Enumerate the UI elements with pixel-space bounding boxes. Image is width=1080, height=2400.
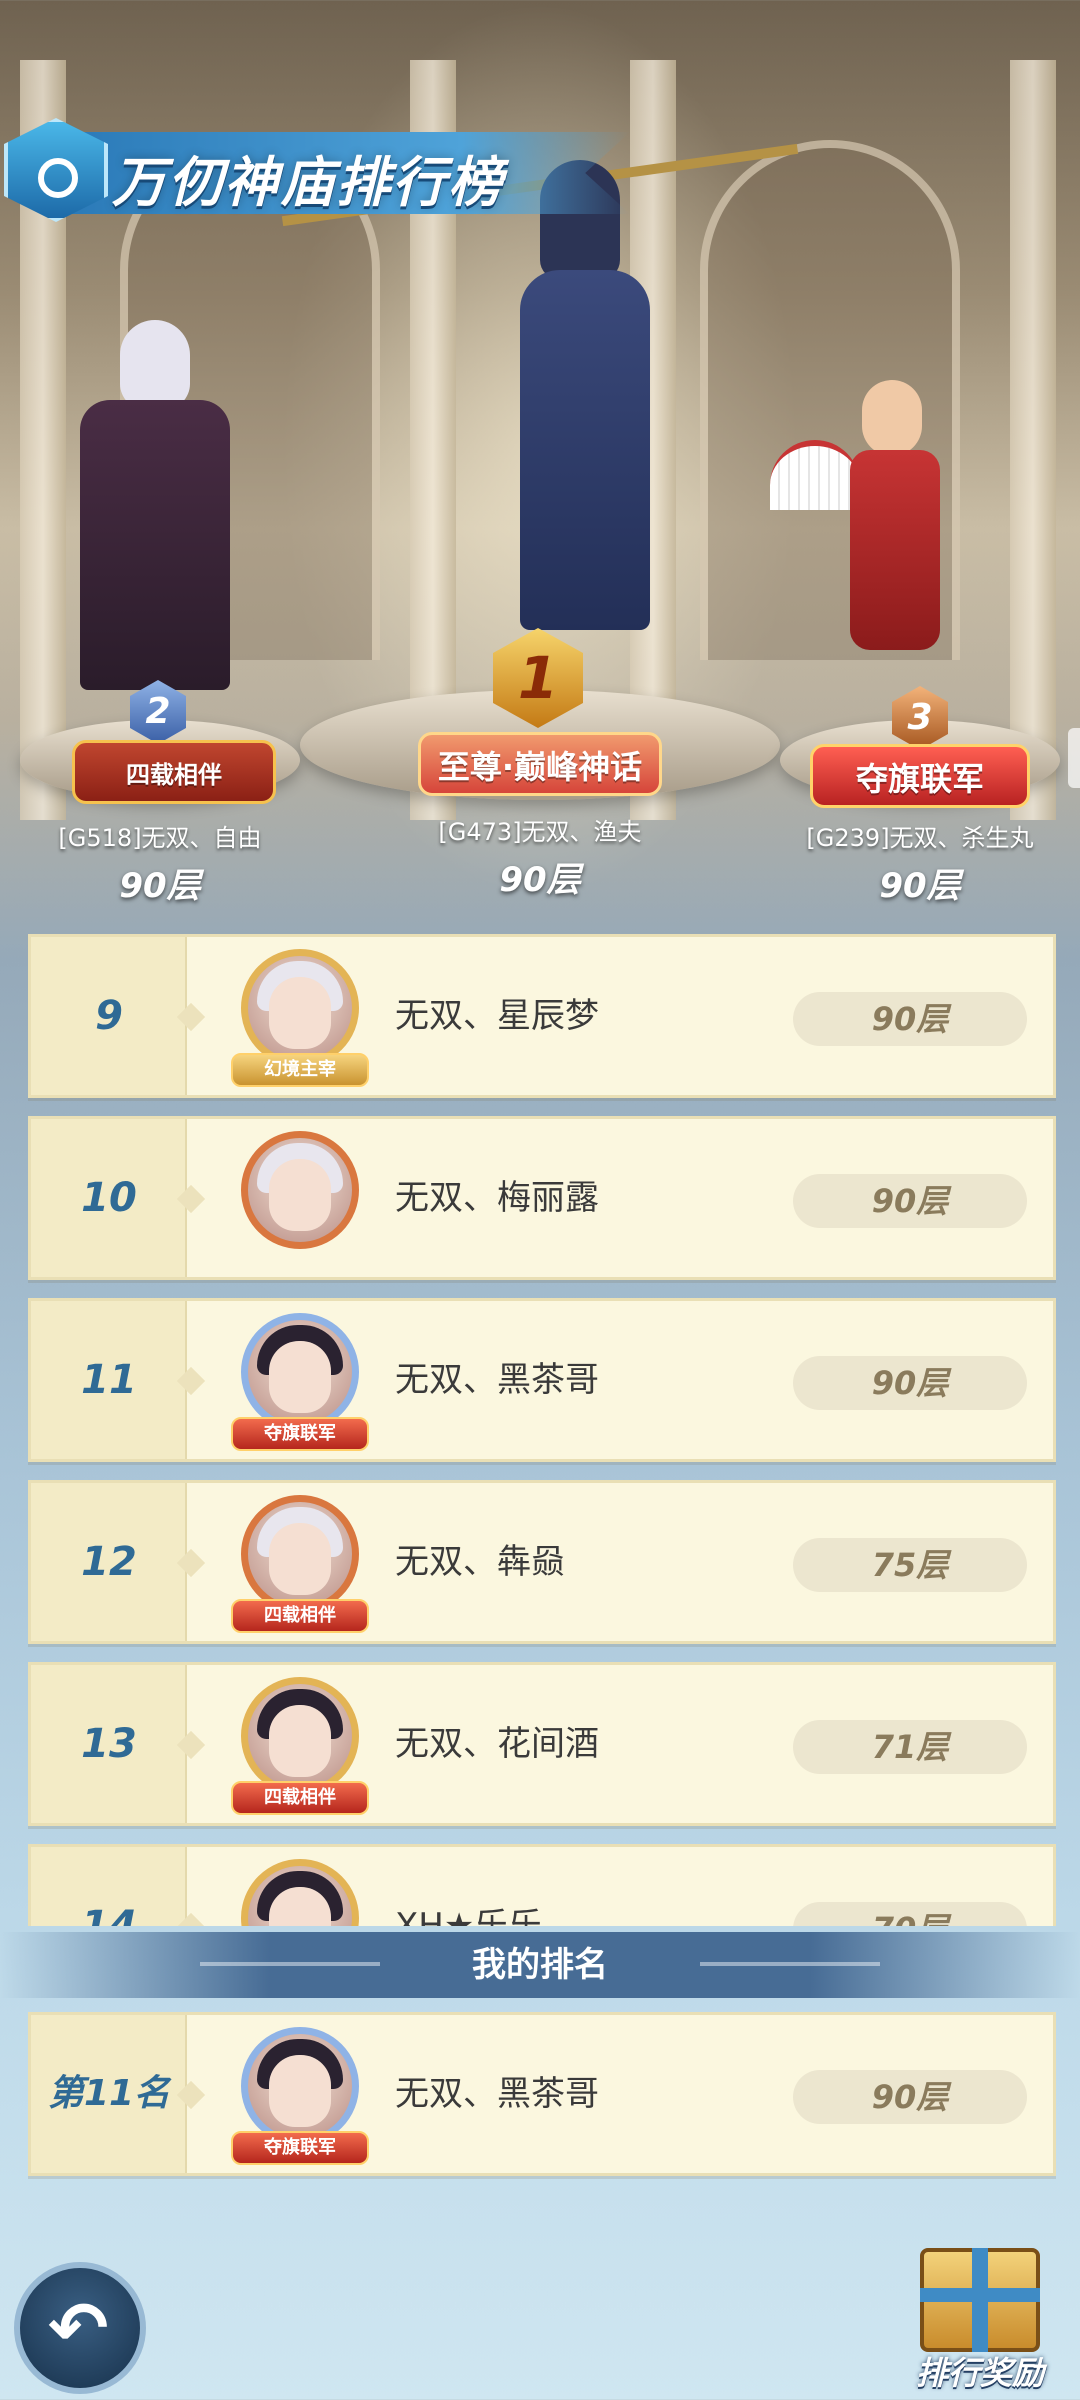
floor-pill: 90层 (793, 992, 1027, 1046)
avatar-face (269, 1159, 331, 1231)
player-name: 无双、黑茶哥 (395, 2074, 599, 2114)
podium-2-badge: 四载相伴 (72, 740, 276, 804)
rank-number: 13 (81, 1721, 137, 1767)
avatar[interactable]: 四载相伴 (227, 1491, 373, 1637)
floor-pill: 90层 (793, 1356, 1027, 1410)
character-body (520, 270, 650, 630)
floor-pill: 75层 (793, 1538, 1027, 1592)
avatar-frame-tag: 四载相伴 (231, 1781, 369, 1815)
gift-box-icon (920, 2248, 1040, 2352)
rank-number: 10 (81, 1175, 137, 1221)
rank-cell: 13 (31, 1665, 187, 1823)
character-body (80, 400, 230, 690)
character-body (850, 450, 940, 650)
rank-reward-label: 排行奖励 (915, 2354, 1044, 2392)
avatar[interactable]: 四载相伴 (227, 1673, 373, 1819)
rank-number: 9 (95, 993, 123, 1039)
list-item[interactable]: 12 四载相伴 无双、犇赑 75层 (28, 1480, 1056, 1644)
rank-cell: 10 (31, 1119, 187, 1277)
list-item[interactable]: 10 无双、梅丽露 90层 (28, 1116, 1056, 1280)
avatar-frame-tag: 幻境主宰 (231, 1053, 369, 1087)
player-name: 无双、黑茶哥 (395, 1360, 599, 1400)
title-banner: 万仞神庙排行榜 (0, 118, 640, 226)
rank-cell: 第11名 (31, 2015, 187, 2173)
my-rank-row[interactable]: 第11名 夺旗联军 无双、黑茶哥 90层 (28, 2012, 1056, 2176)
rank-reward-button[interactable]: 排行奖励 (900, 2248, 1060, 2400)
podium-1-badge: 至尊·巅峰神话 (418, 732, 662, 796)
my-rank-header: 我的排名 (0, 1932, 1080, 1998)
avatar-face (269, 2055, 331, 2127)
my-rank-label: 第11名 (47, 2073, 171, 2114)
rank-cell: 14 (31, 1847, 187, 1926)
rank-cell: 9 (31, 937, 187, 1095)
avatar[interactable]: 夺旗联军 (227, 1309, 373, 1455)
podium-3-name: [G239]无双、杀生丸 (806, 824, 1034, 852)
avatar-frame-tag: 四载相伴 (231, 1599, 369, 1633)
avatar-face (269, 1341, 331, 1413)
avatar-frame-tag: 夺旗联军 (231, 1417, 369, 1451)
player-name: 无双、花间酒 (395, 1724, 599, 1764)
my-rank-title: 我的排名 (472, 1945, 608, 1985)
side-scroll-tab[interactable] (1068, 728, 1080, 788)
avatar[interactable] (227, 1127, 373, 1273)
page-title: 万仞神庙排行榜 (112, 151, 504, 214)
third-place-character[interactable] (770, 360, 980, 690)
player-name: 无双、梅丽露 (395, 1178, 599, 1218)
back-arrow-icon: ↶ (48, 2286, 109, 2370)
character-head (120, 320, 190, 410)
rank-cell: 11 (31, 1301, 187, 1459)
avatar-face (269, 1705, 331, 1777)
avatar[interactable] (227, 1855, 373, 1926)
podium-2-floor: 90层 (119, 866, 201, 906)
avatar[interactable]: 夺旗联军 (227, 2023, 373, 2169)
rank-number: 12 (81, 1539, 137, 1585)
second-place-character[interactable] (40, 310, 260, 690)
player-name: 无双、星辰梦 (395, 996, 599, 1036)
podium-1-name: [G473]无双、渔夫 (438, 818, 642, 846)
rank-number: 14 (81, 1903, 137, 1926)
back-button[interactable]: ↶ (14, 2262, 146, 2394)
floor-pill: 90层 (793, 2070, 1027, 2124)
avatar-frame-tag: 夺旗联军 (231, 2131, 369, 2165)
avatar-face (269, 977, 331, 1049)
pillar (1010, 60, 1056, 820)
floor-pill: 71层 (793, 1720, 1027, 1774)
floor-pill: 70层 (793, 1902, 1027, 1926)
rank-cell: 12 (31, 1483, 187, 1641)
character-head (862, 380, 922, 456)
list-item[interactable]: 14 XH★乐乐 70层 (28, 1844, 1056, 1926)
podium-3-badge: 夺旗联军 (810, 744, 1030, 808)
list-item[interactable]: 9 幻境主宰 无双、星辰梦 90层 (28, 934, 1056, 1098)
avatar-face (269, 1523, 331, 1595)
rank-number: 11 (81, 1357, 137, 1403)
avatar[interactable]: 幻境主宰 (227, 945, 373, 1091)
list-item[interactable]: 13 四载相伴 无双、花间酒 71层 (28, 1662, 1056, 1826)
podium-3-floor: 90层 (879, 866, 961, 906)
floor-pill: 90层 (793, 1174, 1027, 1228)
ranking-list[interactable]: 9 幻境主宰 无双、星辰梦 90层 10 无双、梅丽露 90层 11 夺旗联军 (28, 934, 1056, 1926)
player-name: 无双、犇赑 (395, 1542, 565, 1582)
list-item[interactable]: 11 夺旗联军 无双、黑茶哥 90层 (28, 1298, 1056, 1462)
podium-1-floor: 90层 (499, 860, 581, 900)
podium-2-name: [G518]无双、自由 (58, 824, 262, 852)
player-name: XH★乐乐 (395, 1906, 543, 1926)
